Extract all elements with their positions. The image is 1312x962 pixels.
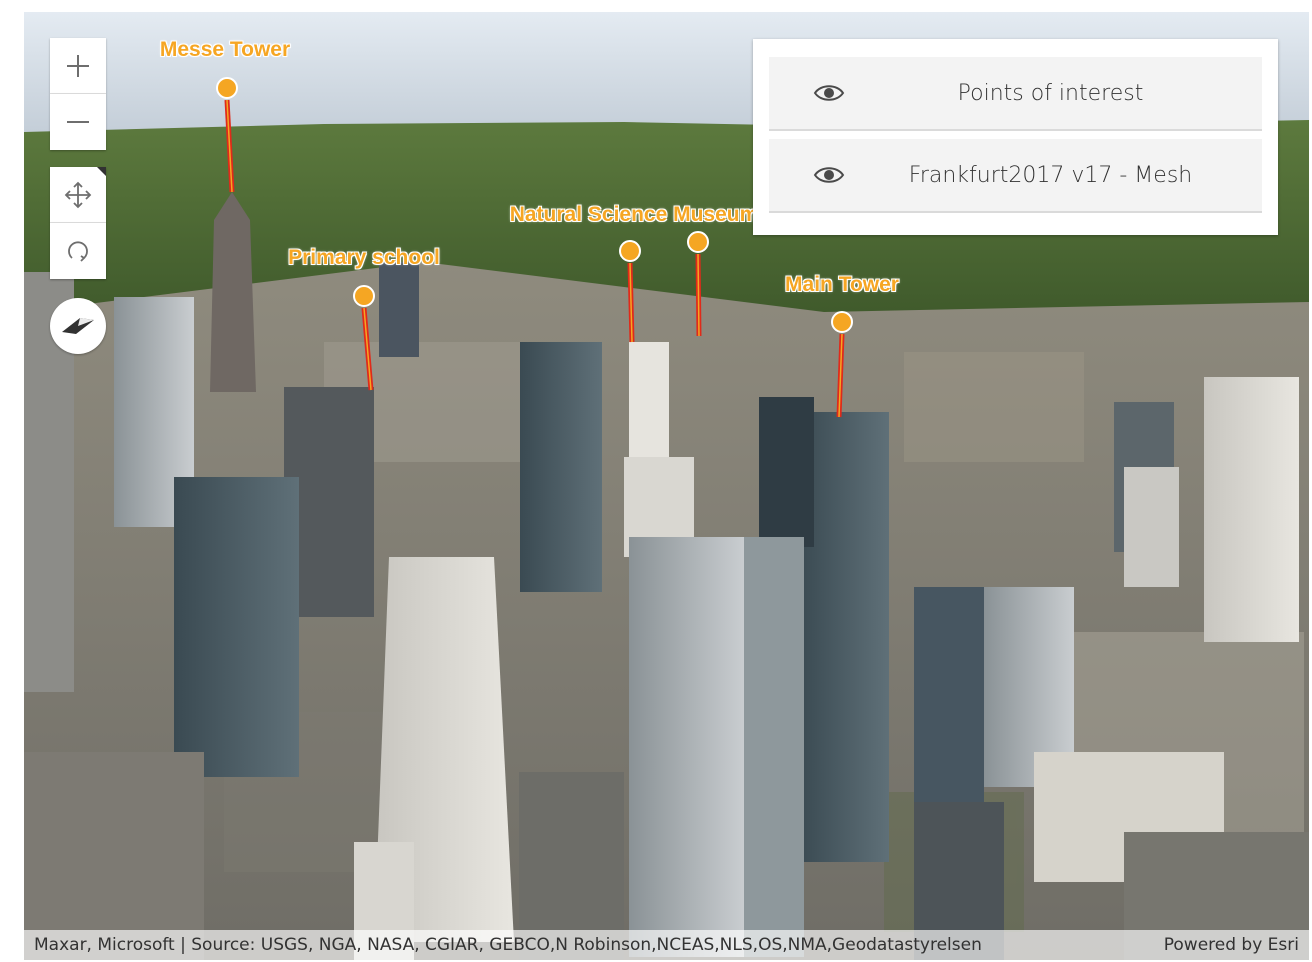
poi-pin[interactable] [619,240,641,262]
minus-icon [67,121,89,123]
poi-label-primary-school[interactable]: Primary school [288,246,440,270]
compass-button[interactable] [50,298,106,354]
zoom-in-button[interactable] [50,38,106,94]
poi-pin[interactable] [216,77,238,99]
rotate-icon [68,241,88,262]
zoom-out-button[interactable] [50,94,106,150]
poi-label-messe-tower[interactable]: Messe Tower [160,38,290,62]
layer-title: Points of interest [957,80,1144,106]
pan-icon [64,181,92,208]
poi-label-natural-science-museum[interactable]: Natural Science Museum [510,203,759,227]
pan-mode-button[interactable] [50,167,106,223]
poi-pin[interactable] [353,285,375,307]
compass-icon [62,318,94,334]
powered-by-esri-link[interactable]: Powered by Esri [1164,935,1299,955]
rotate-mode-button[interactable] [50,223,106,279]
poi-pin[interactable] [831,311,853,333]
scene-view[interactable]: Messe Tower Primary school Natural Scien… [24,12,1309,960]
poi-pin[interactable] [687,231,709,253]
layer-title: Frankfurt2017 v17 - Mesh [908,162,1193,188]
active-mode-indicator [97,167,106,176]
layer-list-panel: Points of interest Frankfurt2017 v17 - M… [753,39,1278,235]
poi-messe-tower[interactable] [216,77,238,193]
layer-item-points-of-interest[interactable]: Points of interest [769,57,1262,131]
layer-item-frankfurt-mesh[interactable]: Frankfurt2017 v17 - Mesh [769,139,1262,213]
attribution-bar[interactable]: Maxar, Microsoft | Source: USGS, NGA, NA… [24,930,1309,960]
poi-natural-science-museum[interactable] [619,231,709,343]
attribution-source[interactable]: Maxar, Microsoft | Source: USGS, NGA, NA… [34,935,1148,955]
poi-label-main-tower[interactable]: Main Tower [785,273,899,297]
plus-icon [67,54,89,77]
poi-primary-school[interactable] [353,285,375,391]
poi-main-tower[interactable] [831,311,853,418]
